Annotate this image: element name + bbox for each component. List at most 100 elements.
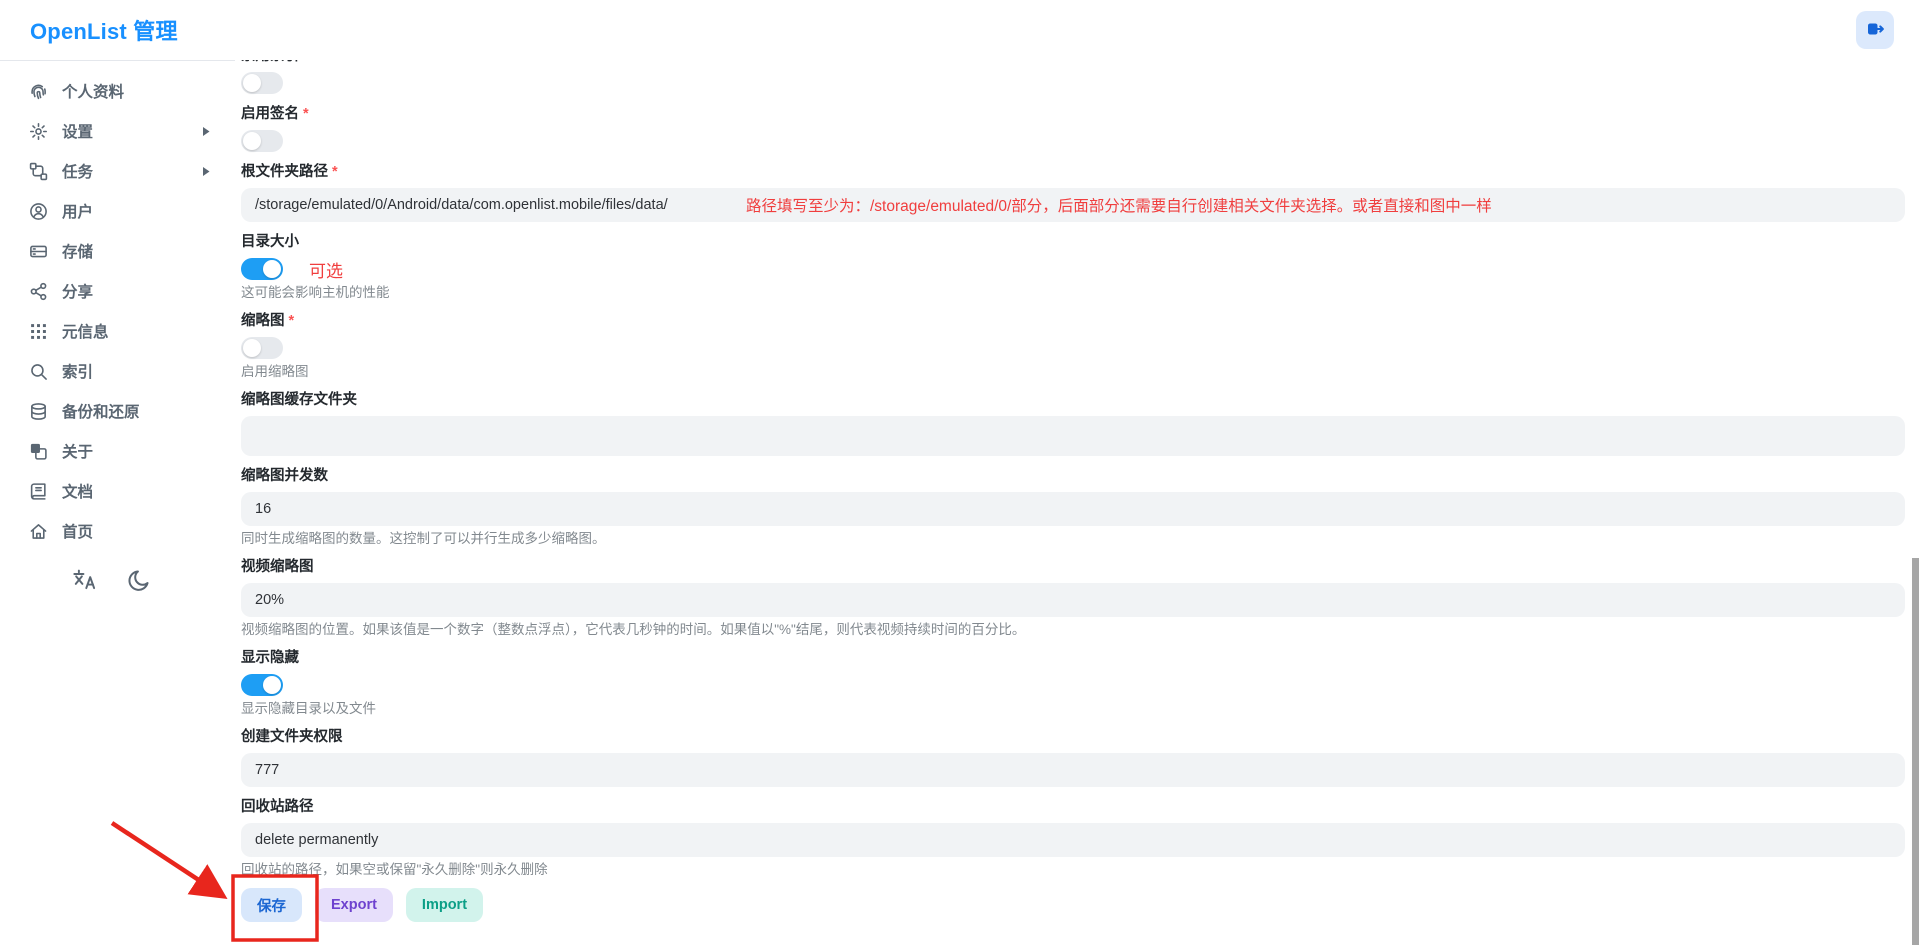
sidebar-item-label: 个人资料 [62,84,125,101]
vertical-scrollbar[interactable] [1912,558,1919,945]
field-description: 同时生成缩略图的数量。这控制了可以并行生成多少缩略图。 [241,531,606,546]
enable-sign-toggle[interactable] [241,130,283,152]
toggle-knob [243,339,261,357]
sidebar-item-shares[interactable]: 分享 [0,271,235,311]
field-label: 缩略图并发数 [241,468,328,484]
sidebar-footer [0,566,235,596]
sidebar-item-backup[interactable]: 备份和还原 [0,391,235,431]
storage-icon [28,241,48,261]
toggle-knob [243,132,261,150]
user-icon [28,201,48,221]
field-root-folder-path: 根文件夹路径 *路径填写至少为：/storage/emulated/0/部分，后… [241,162,1905,222]
sidebar-item-label: 索引 [62,364,94,381]
dark-mode-button[interactable] [124,566,154,596]
sidebar-item-metas[interactable]: 元信息 [0,311,235,351]
sidebar-item-users[interactable]: 用户 [0,191,235,231]
folder-size-toggle[interactable] [241,258,283,280]
sidebar-item-storages[interactable]: 存储 [0,231,235,271]
field-enable-sign: 启用签名 * [241,104,1905,152]
search-icon [28,361,48,381]
sidebar-item-label: 设置 [62,124,94,141]
required-asterisk: * [303,106,309,122]
sidebar-item-about[interactable]: 关于 [0,431,235,471]
page: OpenList 管理 个人资料设置任务用户存储 分享元信息索引备份和还原关于文档… [0,0,1920,945]
field-description: 启用缩略图 [241,364,309,379]
settings-form: 禁用索引启用签名 * 根文件夹路径 *路径填写至少为：/storage/emula… [241,60,1905,878]
field-label: 视频缩略图 [241,559,314,575]
chevron-right-icon [202,166,211,177]
export-button[interactable]: Export [315,888,393,922]
field-description: 这可能会影响主机的性能 [241,285,390,300]
show-hidden-toggle[interactable] [241,674,283,696]
required-asterisk: * [332,164,338,180]
chevron-right-icon [202,126,211,137]
backup-icon [28,401,48,421]
sidebar-item-home[interactable]: 首页 [0,511,235,551]
disable-index-toggle[interactable] [241,72,283,94]
field-thumbnail: 缩略图 * 启用缩略图 [241,311,1905,380]
field-folder-size: 目录大小 可选这可能会影响主机的性能 [241,232,1905,301]
sidebar-item-tasks[interactable]: 任务 [0,151,235,191]
main-content: 禁用索引启用签名 * 根文件夹路径 *路径填写至少为：/storage/emula… [235,60,1920,945]
recycle-bin-path-input[interactable] [241,823,1905,857]
field-description: 显示隐藏目录以及文件 [241,701,376,716]
tasks-icon [28,161,48,181]
mkdir-perm-input[interactable] [241,753,1905,787]
field-show-hidden: 显示隐藏显示隐藏目录以及文件 [241,648,1905,717]
sidebar: 个人资料设置任务用户存储 分享元信息索引备份和还原关于文档首页 [0,60,235,945]
thumbnail-cache-folder-input[interactable] [241,416,1905,456]
translate-button[interactable] [70,566,100,596]
sidebar-item-label: 关于 [62,444,94,461]
field-mkdir-perm: 创建文件夹权限 [241,727,1905,787]
field-label: 根文件夹路径 * [241,164,338,180]
toggle-knob [263,260,281,278]
field-recycle-bin-path: 回收站路径回收站的路径，如果空或保留"永久删除"则永久删除 [241,797,1905,878]
field-description: 回收站的路径，如果空或保留"永久删除"则永久删除 [241,862,548,877]
required-asterisk: * [288,313,295,329]
field-label: 缩略图缓存文件夹 [241,392,357,408]
sidebar-item-indexes[interactable]: 索引 [0,351,235,391]
import-button[interactable]: Import [405,888,484,922]
field-label: 启用签名 * [241,106,309,122]
field-label: 缩略图 * [241,313,295,329]
share-icon [28,281,48,301]
field-label: 回收站路径 [241,799,314,815]
sidebar-item-settings[interactable]: 设置 [0,111,235,151]
thumbnail-toggle[interactable] [241,337,283,359]
field-note: 可选 [309,261,343,281]
fingerprint-icon [28,81,48,101]
home-icon [28,521,48,541]
sidebar-items: 个人资料设置任务用户存储 分享元信息索引备份和还原关于文档首页 [0,71,235,551]
sidebar-item-label: 备份和还原 [62,404,140,421]
field-disable-index: 禁用索引 [241,60,1905,94]
sidebar-item-label: 文档 [62,484,94,501]
about-icon [28,441,48,461]
account-switch-button[interactable] [1856,11,1894,49]
form-actions: 保存 Export Import [241,888,1905,922]
app-title: OpenList 管理 [30,19,178,44]
thumbnail-concurrency-input[interactable] [241,492,1905,526]
video-thumbnail-input[interactable] [241,583,1905,617]
field-label: 目录大小 [241,234,299,250]
sidebar-item-label: 元信息 [62,324,109,341]
sidebar-item-label: 用户 [62,204,94,221]
field-video-thumbnail: 视频缩略图视频缩略图的位置。如果该值是一个数字（整数点浮点），它代表几秒钟的时间… [241,557,1905,638]
field-thumbnail-cache-folder: 缩略图缓存文件夹 [241,390,1905,456]
gear-icon [28,121,48,141]
field-label: 禁用索引 [241,60,1905,66]
docs-icon [28,481,48,501]
toggle-knob [263,676,281,694]
sidebar-item-label: 任务 [62,164,94,181]
field-label: 创建文件夹权限 [241,729,343,745]
field-thumbnail-concurrency: 缩略图并发数同时生成缩略图的数量。这控制了可以并行生成多少缩略图。 [241,466,1905,547]
field-description: 视频缩略图的位置。如果该值是一个数字（整数点浮点），它代表几秒钟的时间。如果值以… [241,622,1026,637]
field-label: 显示隐藏 [241,650,299,666]
translate-icon [72,568,98,595]
sidebar-item-docs[interactable]: 文档 [0,471,235,511]
sidebar-item-profile[interactable]: 个人资料 [0,71,235,111]
save-button[interactable]: 保存 [241,888,302,922]
meta-icon [28,321,48,341]
moon-icon [126,568,152,595]
sidebar-item-label: 首页 [62,524,94,541]
root-folder-path-input[interactable] [241,188,1905,222]
